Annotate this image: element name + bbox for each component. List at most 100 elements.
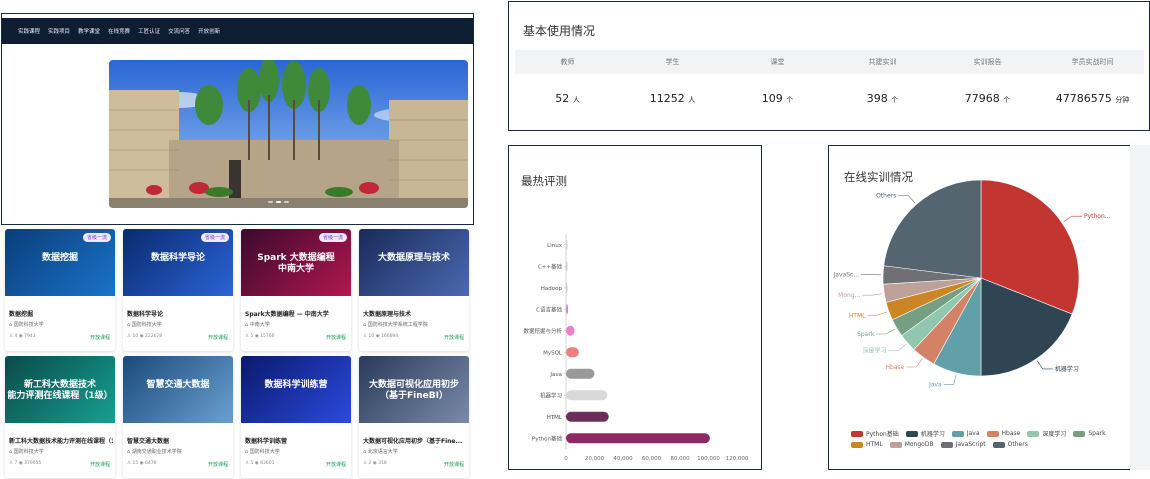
usage-value: 52 人 — [515, 92, 620, 105]
open-course-link[interactable]: 开放课程 — [444, 461, 464, 468]
course-card[interactable]: 大数据可视化应用初步 （基于FineBI） 大数据可视化应用初步（基于Fine..… — [359, 356, 469, 478]
usage-number: 47786575 — [1055, 92, 1116, 105]
y-tick-label: 机器学习 — [540, 391, 562, 399]
legend-swatch — [951, 430, 964, 437]
usage-value: 109 个 — [725, 92, 830, 105]
legend-swatch — [905, 430, 918, 437]
course-thumbnail: 新工科大数据技术 能力评测在线课程（1级） — [5, 356, 115, 423]
usage-value: 47786575 分钟 — [1040, 92, 1145, 105]
open-course-link[interactable]: 开放课程 — [208, 334, 228, 341]
course-card[interactable]: 智慧交通大数据 智慧交通大数据 ⌂ 湖南交通职业技术学院 ♙ 15 ◉ 6479 开放课… — [123, 356, 233, 478]
online-training-panel: 在线实训情况 Python... 机器学习 Java Hbase 深度学习 Spark HT… — [828, 145, 1144, 470]
open-course-link[interactable]: 开放课程 — [208, 461, 228, 468]
usage-unit: 个 — [786, 96, 794, 104]
pie-label-line — [906, 358, 923, 368]
bar — [566, 282, 568, 293]
pie-slice — [883, 179, 982, 279]
course-thumbnail: 智慧交通大数据 — [123, 356, 233, 423]
nav-item-classroom[interactable]: 教学课堂 — [78, 27, 100, 35]
legend-item[interactable]: Python基础 — [851, 429, 899, 438]
open-course-link[interactable]: 开放课程 — [326, 461, 346, 468]
carousel-dot[interactable] — [276, 201, 281, 203]
site-preview: 实践课程 实践项目 教学课堂 在线竞赛 工匠认证 交流问答 开放创新 — [1, 13, 474, 225]
carousel-dot[interactable] — [284, 201, 289, 203]
hero-banner[interactable] — [109, 60, 468, 208]
usage-column-header: 实训报告 — [973, 58, 1002, 66]
pie-label-line — [943, 374, 957, 385]
pie-label-line — [1036, 360, 1053, 370]
course-school: ⌂ 中南大学 — [245, 322, 270, 328]
legend-item[interactable]: 深度学习 — [1027, 429, 1066, 438]
open-course-link[interactable]: 开放课程 — [444, 334, 464, 341]
legend-item[interactable]: 机器学习 — [905, 429, 945, 438]
usage-column-header: 课堂 — [770, 58, 785, 66]
nav-item-certification[interactable]: 工匠认证 — [138, 27, 160, 35]
course-card[interactable]: Spark 大数据编程 中南大学 省级一流 Spark大数据编程 — 中南大学 ⌂ 中… — [241, 229, 351, 351]
legend-label: 机器学习 — [920, 431, 945, 438]
course-badge: 省级一流 — [82, 233, 111, 242]
pie-slice-label: 机器学习 — [1055, 365, 1079, 373]
y-tick-label: Java — [549, 372, 562, 378]
x-tick-label: 100,000 — [697, 456, 720, 462]
usage-column-header: 共建实训 — [868, 58, 897, 66]
course-card[interactable]: 大数据原理与技术 大数据原理与技术 ⌂ 国防科技大学系统工程学院 ♙ 10 ◉ 166… — [359, 229, 469, 351]
usage-unit: 个 — [1003, 96, 1011, 104]
legend-swatch — [851, 430, 863, 437]
pie-slice-label: Java — [928, 382, 942, 389]
nav-item-innovation[interactable]: 开放创新 — [198, 27, 220, 35]
course-thumbnail: 数据科学导论 省级一流 — [123, 229, 233, 296]
bar — [566, 261, 568, 272]
usage-column-header: 学员实战时间 — [1071, 58, 1114, 66]
carousel-dots[interactable] — [268, 201, 289, 203]
bar — [566, 347, 579, 358]
pie-slice-label: Mong... — [838, 292, 860, 299]
nav-item-qa[interactable]: 交流问答 — [168, 27, 190, 35]
carousel-dot[interactable] — [268, 201, 273, 203]
open-course-link[interactable]: 开放课程 — [90, 461, 110, 468]
legend-item[interactable]: Hbase — [986, 429, 1020, 438]
legend-label: Python基础 — [866, 431, 899, 438]
course-school: ⌂ 国防科技大学 — [9, 322, 44, 328]
y-tick-label: Python基础 — [532, 434, 563, 442]
legend-item[interactable]: Spark — [1073, 429, 1106, 438]
legend-label: Java — [966, 430, 980, 437]
legend-swatch — [889, 441, 902, 448]
x-tick-label: 40,000 — [613, 456, 633, 462]
legend-swatch — [851, 441, 863, 448]
course-card[interactable]: 数据科学训练营 数据科学训练营 ⌂ 国防科技大学 ♙ 5 ◉ 83601 开放课程 — [241, 356, 351, 478]
legend-item[interactable]: Java — [951, 429, 980, 438]
legend-label: 深度学习 — [1042, 431, 1067, 438]
nav-item-practice-project[interactable]: 实践项目 — [48, 27, 70, 35]
nav-item-competition[interactable]: 在线竞赛 — [108, 27, 130, 35]
usage-table-header: 教师 学生 课堂 共建实训 实训报告 学员实战时间 — [515, 50, 1144, 74]
pie-slice-label: Others — [876, 192, 896, 199]
course-badge: 省级一流 — [200, 233, 229, 242]
course-stats: ♙ 2 ◉ 318 — [363, 461, 387, 466]
scrollbar-track[interactable] — [1130, 145, 1150, 470]
bar — [566, 411, 609, 422]
course-card[interactable]: 数据挖掘 省级一流 数据挖掘 ⌂ 国防科技大学 ♙ 4 ◉ 7941 开放课程 — [5, 229, 115, 351]
pie-slice-label: JavaSc... — [833, 272, 860, 279]
y-tick-label: HTML — [547, 415, 563, 421]
course-stats: ♙ 5 ◉ 83601 — [245, 461, 275, 466]
course-thumbnail-title: 新工科大数据技术 能力评测在线课程（1级） — [7, 380, 113, 401]
open-course-link[interactable]: 开放课程 — [90, 334, 110, 341]
course-thumbnail: 数据科学训练营 — [241, 356, 351, 423]
legend-item[interactable]: JavaScript — [940, 441, 986, 448]
legend-item[interactable]: Others — [992, 441, 1028, 448]
course-name: 数据科学导论 — [127, 311, 164, 318]
open-course-link[interactable]: 开放课程 — [326, 334, 346, 341]
course-card[interactable]: 数据科学导论 省级一流 数据科学导论 ⌂ 国防科技大学 ♙ 10 ◉ 222678 开放课… — [123, 229, 233, 351]
nav-item-practice-course[interactable]: 实践课程 — [18, 27, 40, 35]
course-badge: 省级一流 — [318, 233, 347, 242]
bar — [566, 433, 710, 444]
legend-item[interactable]: HTML — [851, 441, 883, 448]
course-thumbnail-title: 大数据原理与技术 — [377, 253, 450, 263]
x-tick-label: 0 — [564, 456, 568, 462]
usage-title: 基本使用情况 — [523, 24, 596, 38]
pie-label-line — [888, 343, 907, 352]
bar — [566, 368, 595, 379]
course-card[interactable]: 新工科大数据技术 能力评测在线课程（1级） 新工科大数据技术能力评测在线课程（1级… — [5, 356, 115, 478]
course-stats: ♙ 10 ◉ 222678 — [127, 334, 163, 339]
legend-item[interactable]: MongoDB — [889, 441, 934, 448]
